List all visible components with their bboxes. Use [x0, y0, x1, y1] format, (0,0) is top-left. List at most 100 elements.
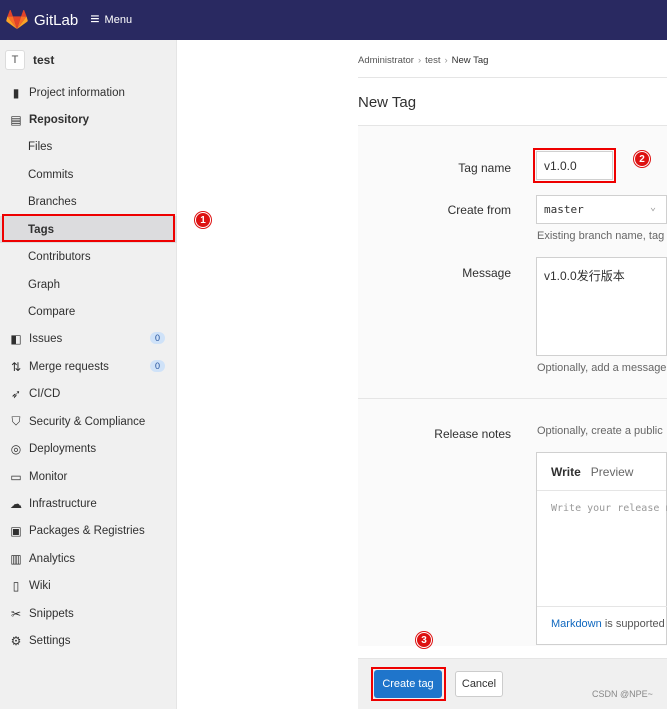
message-textarea[interactable]: v1.0.0发行版本	[536, 257, 667, 356]
sidebar-item-analytics[interactable]: ▥ Analytics	[0, 545, 177, 572]
create-from-select[interactable]: master ⌄	[536, 195, 667, 224]
markdown-link[interactable]: Markdown	[551, 618, 602, 630]
sidebar-item-label: CI/CD	[29, 387, 61, 400]
chart-icon: ▥	[10, 551, 22, 566]
sidebar-item-contributors[interactable]: Contributors	[0, 243, 177, 270]
gear-icon: ⚙	[10, 633, 22, 648]
book-icon: ▤	[10, 112, 22, 127]
tab-write[interactable]: Write	[551, 465, 581, 479]
sidebar-item-compare[interactable]: Compare	[0, 298, 177, 325]
package-icon: ▣	[10, 523, 22, 538]
issues-icon: ◧	[10, 331, 22, 346]
app-name: GitLab	[34, 11, 79, 29]
sidebar-item-label: Wiki	[29, 579, 51, 592]
hamburger-icon: ≡	[90, 11, 100, 28]
sidebar-item-label: Issues	[29, 332, 63, 345]
sidebar-item-label: Files	[28, 140, 53, 153]
annotation-marker-1: 1	[195, 212, 211, 228]
sidebar-item-issues[interactable]: ◧ Issues 0	[0, 325, 177, 352]
sidebar-item-label: Packages & Registries	[29, 524, 145, 537]
release-notes-label: Release notes	[434, 427, 511, 441]
sidebar-item-packages-registries[interactable]: ▣ Packages & Registries	[0, 517, 177, 544]
issues-count-badge: 0	[149, 332, 165, 344]
sidebar-item-files[interactable]: Files	[0, 133, 177, 160]
cloud-icon: ☁	[10, 496, 22, 511]
sidebar-item-label: Graph	[28, 278, 60, 291]
sidebar-item-snippets[interactable]: ✂ Snippets	[0, 600, 177, 627]
page-title: New Tag	[358, 94, 417, 111]
sidebar-item-monitor[interactable]: ▭ Monitor	[0, 463, 177, 490]
sidebar-item-branches[interactable]: Branches	[0, 188, 177, 215]
sidebar-item-label: Analytics	[29, 552, 76, 565]
sidebar-item-label: Merge requests	[29, 360, 109, 373]
sidebar-item-label: Commits	[28, 168, 74, 181]
breadcrumb-test[interactable]: test	[425, 55, 440, 66]
shield-icon: ⛉	[11, 414, 21, 428]
sidebar-item-wiki[interactable]: ▯ Wiki	[0, 572, 177, 599]
sidebar-item-label: Branches	[28, 195, 77, 208]
project-avatar: T	[5, 50, 25, 70]
create-from-value: master	[544, 203, 584, 216]
sidebar-item-label: Monitor	[29, 470, 68, 483]
highlight-box-create-tag	[371, 667, 446, 701]
gitlab-tanuki-icon	[6, 10, 28, 30]
sidebar-item-label: Repository	[29, 113, 90, 126]
release-notes-editor: Write Preview Write your release n Markd…	[536, 452, 667, 645]
sidebar-item-repository[interactable]: ▤ Repository	[0, 106, 177, 133]
message-label: Message	[462, 266, 511, 280]
sidebar-item-project-information[interactable]: ▮ Project information	[0, 79, 177, 106]
merge-requests-count-badge: 0	[149, 360, 165, 372]
release-notes-textarea[interactable]: Write your release n	[551, 503, 667, 514]
message-help: Optionally, add a message	[537, 362, 667, 374]
sidebar-item-label: Deployments	[29, 442, 97, 455]
sidebar-item-label: Infrastructure	[29, 497, 97, 510]
sidebar-item-security-compliance[interactable]: ⛉ Security & Compliance	[0, 408, 177, 435]
rocket-icon: ➶	[10, 386, 22, 401]
sidebar-item-commits[interactable]: Commits	[0, 161, 177, 188]
menu-button[interactable]: ≡ Menu	[90, 12, 132, 28]
release-notes-help: Optionally, create a public	[537, 425, 663, 437]
sidebar-item-label: Project information	[29, 86, 125, 99]
scissors-icon: ✂	[10, 606, 22, 621]
editor-footer: Markdown is supported	[537, 606, 667, 644]
sidebar-item-infrastructure[interactable]: ☁ Infrastructure	[0, 490, 177, 517]
sidebar-item-deployments[interactable]: ◎ Deployments	[0, 435, 177, 462]
sidebar: T test ▮ Project information ▤ Repositor…	[0, 40, 177, 709]
section-divider	[358, 398, 667, 399]
gitlab-logo[interactable]: GitLab	[6, 10, 78, 30]
sidebar-item-label: Snippets	[29, 607, 74, 620]
breadcrumb: Administrator › test › New Tag	[358, 55, 488, 66]
breadcrumb-administrator[interactable]: Administrator	[358, 55, 414, 66]
sidebar-item-label: Contributors	[28, 250, 91, 263]
cancel-button[interactable]: Cancel	[455, 671, 503, 697]
chevron-right-icon: ›	[444, 55, 448, 66]
tab-preview[interactable]: Preview	[591, 465, 634, 479]
annotation-marker-3: 3	[416, 632, 432, 648]
chevron-down-icon: ⌄	[650, 202, 657, 213]
project-header[interactable]: T test	[0, 40, 176, 80]
info-icon: ▮	[12, 85, 20, 100]
sidebar-item-label: Compare	[28, 305, 76, 318]
book-icon: ▯	[12, 578, 20, 593]
annotation-marker-2: 2	[634, 151, 650, 167]
project-name: test	[33, 53, 55, 67]
markdown-supported-text: is supported	[604, 618, 665, 630]
create-from-help: Existing branch name, tag	[537, 230, 665, 242]
sidebar-item-settings[interactable]: ⚙ Settings	[0, 627, 177, 654]
watermark-text: CSDN @NPE~	[592, 689, 653, 699]
highlight-box-tag-name	[533, 148, 616, 183]
chevron-right-icon: ›	[417, 55, 422, 66]
monitor-icon: ▭	[10, 469, 22, 484]
sidebar-item-graph[interactable]: Graph	[0, 271, 177, 298]
breadcrumb-current[interactable]: New Tag	[452, 55, 489, 66]
deployments-icon: ◎	[10, 441, 22, 456]
sidebar-item-merge-requests[interactable]: ⇅ Merge requests 0	[0, 353, 177, 380]
editor-tabs: Write Preview	[537, 453, 666, 491]
highlight-box-tags	[2, 214, 175, 242]
top-bar: GitLab ≡ Menu	[0, 0, 667, 40]
menu-label: Menu	[104, 14, 133, 26]
sidebar-item-label: Settings	[29, 634, 71, 647]
tag-name-label: Tag name	[458, 161, 511, 175]
divider	[358, 77, 667, 78]
sidebar-item-ci-cd[interactable]: ➶ CI/CD	[0, 380, 177, 407]
